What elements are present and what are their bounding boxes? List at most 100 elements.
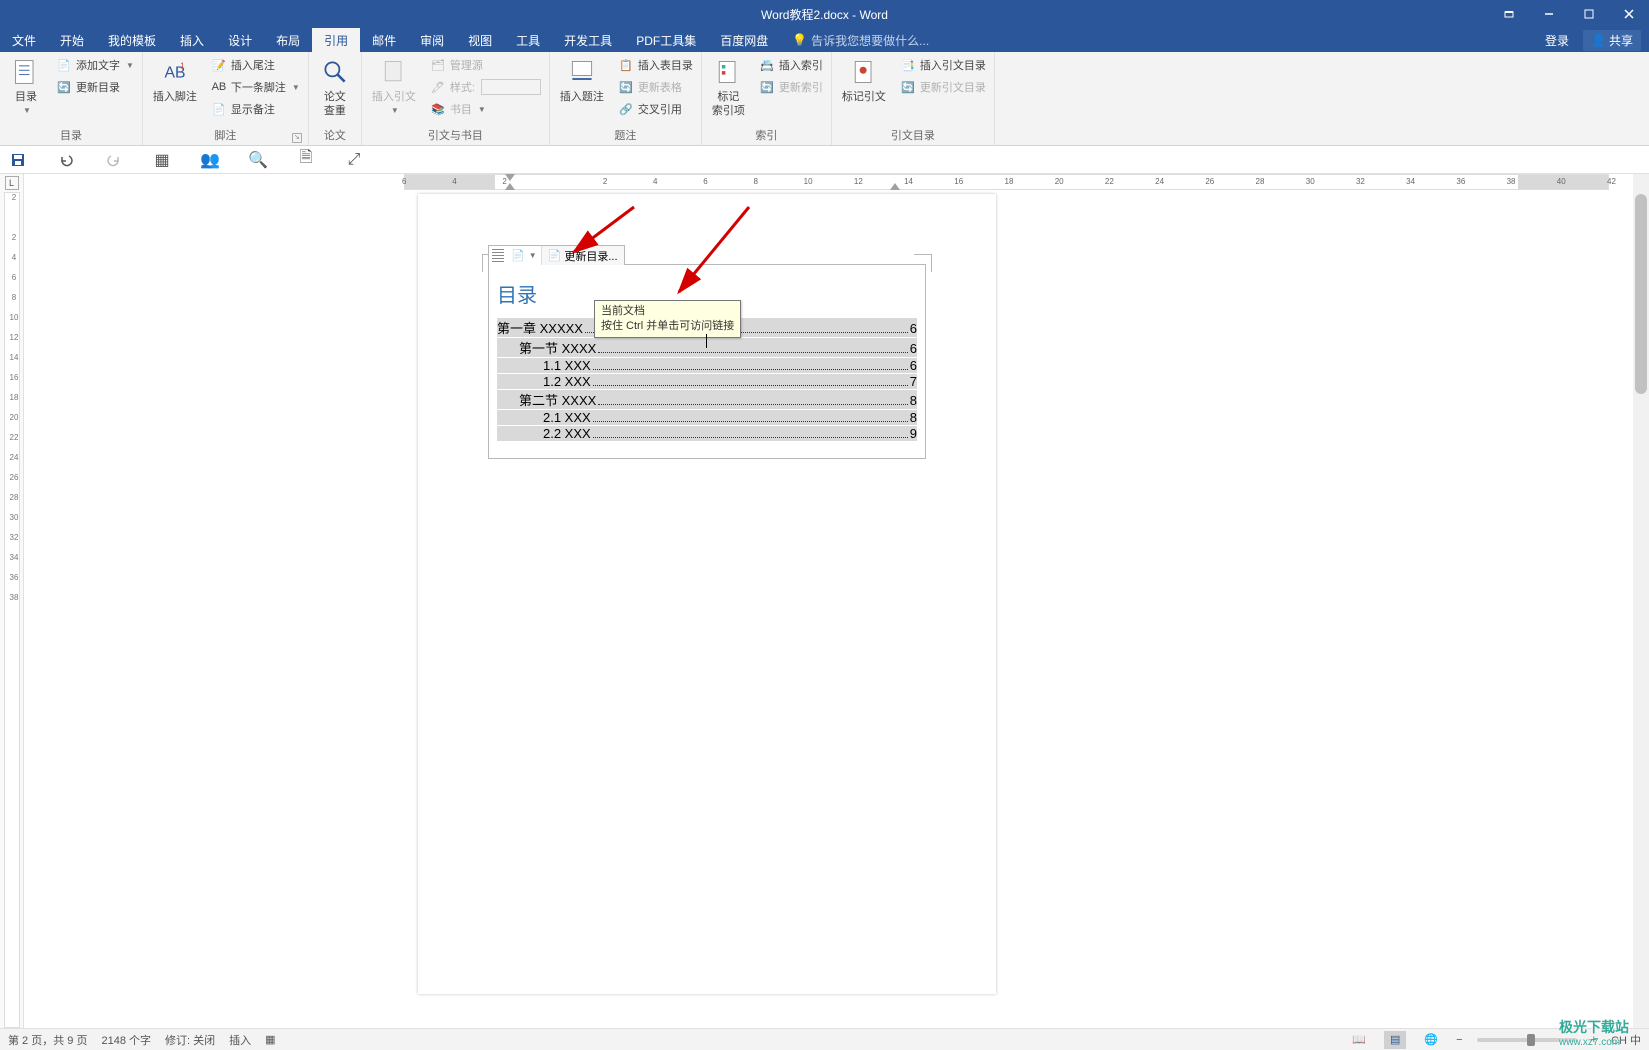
tab-insert[interactable]: 插入 (168, 28, 216, 52)
toc-field-menu[interactable]: 📄▼ (507, 246, 542, 265)
tab-view[interactable]: 视图 (456, 28, 504, 52)
toc-button-label: 目录 (15, 90, 37, 104)
tab-alignment-selector[interactable]: L (5, 176, 19, 190)
vruler-tick: 28 (7, 493, 21, 502)
toc-entry-text: 1.1 XXX (543, 358, 591, 373)
document-page: 📄▼ 📄更新目录... 目录 第一章 XXXXX6第一节 XXXX61.1 XX… (418, 194, 996, 994)
hruler-tick: 42 (1607, 177, 1616, 186)
update-toa-button[interactable]: 🔄更新引文目录 (896, 76, 990, 98)
manage-sources-button[interactable]: 🗂管理源 (426, 54, 545, 76)
tab-file[interactable]: 文件 (0, 28, 48, 52)
bibliography-button[interactable]: 📚书目▼ (426, 98, 545, 120)
tell-me-search[interactable]: 💡 告诉我您想要做什么... (780, 28, 941, 52)
toc-field[interactable]: 📄▼ 📄更新目录... 目录 第一章 XXXXX6第一节 XXXX61.1 XX… (488, 264, 926, 459)
tab-layout[interactable]: 布局 (264, 28, 312, 52)
view-read-button[interactable]: 📖 (1348, 1031, 1370, 1049)
tab-references[interactable]: 引用 (312, 28, 360, 52)
citation-style-button[interactable]: 🖊样式: (426, 76, 545, 98)
toc-entry[interactable]: 1.1 XXX6 (497, 358, 917, 373)
tab-home[interactable]: 开始 (48, 28, 96, 52)
toc-entry[interactable]: 2.1 XXX8 (497, 410, 917, 425)
group-toc: 目录 ▼ 📄添加文字▼ 🔄更新目录 目录 (0, 52, 143, 145)
qat-btn-5[interactable]: 👥 (198, 148, 222, 172)
undo-button[interactable] (54, 148, 78, 172)
tab-mailings[interactable]: 邮件 (360, 28, 408, 52)
qat-btn-8[interactable]: ⤢ (342, 148, 366, 172)
hruler-tick: 20 (1055, 177, 1064, 186)
vertical-scrollbar[interactable] (1633, 174, 1649, 1028)
magnifier-icon (319, 56, 351, 88)
maximize-button[interactable] (1569, 0, 1609, 28)
tab-baidu[interactable]: 百度网盘 (708, 28, 780, 52)
zoom-out-button[interactable]: − (1456, 1034, 1462, 1046)
statusbar: 第 2 页，共 9 页 2148 个字 修订: 关闭 插入 ▦ 📖 ▤ 🌐 − … (0, 1028, 1649, 1050)
tab-review[interactable]: 审阅 (408, 28, 456, 52)
insert-endnote-button[interactable]: 📝插入尾注 (207, 54, 304, 76)
share-label: 共享 (1609, 32, 1633, 49)
ribbon-display-options-icon[interactable] (1489, 0, 1529, 28)
toc-entry[interactable]: 第二节 XXXX8 (497, 390, 917, 409)
sources-icon: 🗂 (430, 57, 446, 73)
insert-index-icon: 📇 (759, 57, 775, 73)
qat-btn-7[interactable]: 🗎 (294, 148, 318, 172)
redo-button[interactable] (102, 148, 126, 172)
minimize-button[interactable] (1529, 0, 1569, 28)
drag-handle-icon[interactable] (492, 249, 504, 262)
login-link[interactable]: 登录 (1545, 32, 1569, 49)
status-macro-icon[interactable]: ▦ (265, 1033, 275, 1046)
vertical-ruler[interactable]: L 22468101214161820222426283032343638 (0, 174, 24, 1028)
status-mode[interactable]: 插入 (229, 1032, 251, 1048)
toc-entry-page: 7 (910, 374, 917, 389)
view-web-button[interactable]: 🌐 (1420, 1031, 1442, 1049)
tab-design[interactable]: 设计 (216, 28, 264, 52)
share-button[interactable]: 👤 共享 (1583, 30, 1641, 51)
status-words[interactable]: 2148 个字 (101, 1032, 151, 1048)
right-indent-marker[interactable] (890, 183, 900, 190)
vruler-tick: 8 (7, 293, 21, 302)
mark-citation-button[interactable]: 标记引文 (836, 54, 892, 106)
titlebar: Word教程2.docx - Word (0, 0, 1649, 28)
update-table-button[interactable]: 🔄更新表格 (614, 76, 697, 98)
add-text-button[interactable]: 📄添加文字▼ (52, 54, 138, 76)
update-toc-button[interactable]: 🔄更新目录 (52, 76, 138, 98)
show-notes-button[interactable]: 📄显示备注 (207, 98, 304, 120)
insert-footnote-button[interactable]: AB1 插入脚注 (147, 54, 203, 106)
tab-developer[interactable]: 开发工具 (552, 28, 624, 52)
tab-tools[interactable]: 工具 (504, 28, 552, 52)
group-index: 标记 索引项 📇插入索引 🔄更新索引 索引 (702, 52, 832, 145)
footnote-launcher[interactable]: ↘ (292, 133, 302, 143)
toc-button[interactable]: 目录 ▼ (4, 54, 48, 120)
qat-btn-4[interactable]: ▦ (150, 148, 174, 172)
document-canvas[interactable]: 6422468101214161820222426283032343638404… (24, 174, 1649, 1028)
toc-entry[interactable]: 1.2 XXX7 (497, 374, 917, 389)
cross-ref-button[interactable]: 🔗交叉引用 (614, 98, 697, 120)
group-caption: 插入题注 📋插入表目录 🔄更新表格 🔗交叉引用 题注 (550, 52, 702, 145)
status-page[interactable]: 第 2 页，共 9 页 (8, 1032, 87, 1048)
toc-entry[interactable]: 2.2 XXX9 (497, 426, 917, 441)
update-index-button[interactable]: 🔄更新索引 (755, 76, 827, 98)
group-thesis: 论文 查重 论文 (309, 52, 362, 145)
vruler-tick: 14 (7, 353, 21, 362)
vruler-tick: 22 (7, 433, 21, 442)
status-track[interactable]: 修订: 关闭 (165, 1032, 215, 1048)
toc-entry[interactable]: 第一节 XXXX6 (497, 338, 917, 357)
view-print-button[interactable]: ▤ (1384, 1031, 1406, 1049)
insert-index-button[interactable]: 📇插入索引 (755, 54, 827, 76)
close-button[interactable] (1609, 0, 1649, 28)
tell-me-placeholder: 告诉我您想要做什么... (811, 32, 929, 49)
insert-caption-button[interactable]: 插入题注 (554, 54, 610, 106)
thesis-check-button[interactable]: 论文 查重 (313, 54, 357, 120)
insert-toa-button[interactable]: 📑插入引文目录 (896, 54, 990, 76)
qat-btn-6[interactable]: 🔍 (246, 148, 270, 172)
save-button[interactable] (6, 148, 30, 172)
tab-pdf[interactable]: PDF工具集 (624, 28, 708, 52)
update-index-icon: 🔄 (759, 79, 775, 95)
tab-mytemplate[interactable]: 我的模板 (96, 28, 168, 52)
scrollbar-thumb[interactable] (1635, 194, 1647, 394)
insert-citation-button[interactable]: 插入引文▼ (366, 54, 422, 120)
insert-tof-button[interactable]: 📋插入表目录 (614, 54, 697, 76)
toc-update-button[interactable]: 📄更新目录... (542, 246, 624, 265)
next-footnote-button[interactable]: AB下一条脚注▼ (207, 76, 304, 98)
horizontal-ruler[interactable]: 6422468101214161820222426283032343638404… (404, 174, 1609, 190)
mark-entry-button[interactable]: 标记 索引项 (706, 54, 751, 120)
